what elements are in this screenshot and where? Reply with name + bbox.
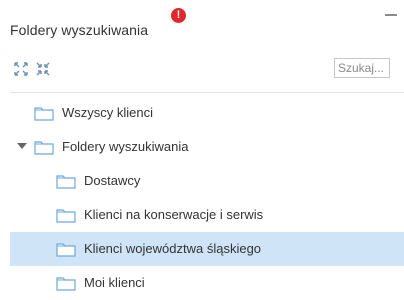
collapse-all-icon[interactable]: [34, 60, 52, 78]
folder-icon: [34, 107, 54, 121]
panel-header: Foldery wyszukiwania: [10, 18, 148, 42]
tree-item-maintenance-clients[interactable]: Klienci na konserwacje i serwis: [0, 198, 404, 232]
tree-item-label: Klienci na konserwacje i serwis: [84, 207, 264, 222]
tree-item-label: Moi klienci: [84, 275, 145, 290]
search-input[interactable]: [334, 58, 390, 78]
search-folders-panel: Foldery wyszukiwania ! Szukaj... Wszyscy…: [0, 0, 404, 291]
tree-item-search-folders[interactable]: Foldery wyszukiwania: [0, 130, 404, 164]
tree-item-my-clients[interactable]: Moi klienci: [0, 266, 404, 300]
folder-icon: [34, 141, 54, 155]
toolbar: [0, 58, 404, 82]
alert-icon: !: [171, 8, 186, 23]
tree-item-silesian-clients[interactable]: Klienci województwa śląskiego: [10, 232, 404, 266]
tree-item-label: Foldery wyszukiwania: [62, 139, 189, 154]
folder-icon: [56, 175, 76, 189]
tree-item-all-clients[interactable]: Wszyscy klienci: [0, 96, 404, 130]
folder-icon: [56, 277, 76, 291]
expand-all-icon[interactable]: [12, 60, 30, 78]
folder-icon: [56, 209, 76, 223]
tree-item-label: Wszyscy klienci: [62, 105, 154, 120]
panel-title: Foldery wyszukiwania: [10, 22, 149, 38]
folder-icon: [56, 243, 76, 257]
tree-item-suppliers[interactable]: Dostawcy: [0, 164, 404, 198]
tree-item-label: Dostawcy: [84, 173, 141, 188]
tree-item-label: Klienci województwa śląskiego: [84, 241, 262, 256]
minimize-button[interactable]: [385, 14, 397, 16]
divider: [10, 92, 404, 93]
expanded-caret-icon[interactable]: [17, 143, 27, 149]
